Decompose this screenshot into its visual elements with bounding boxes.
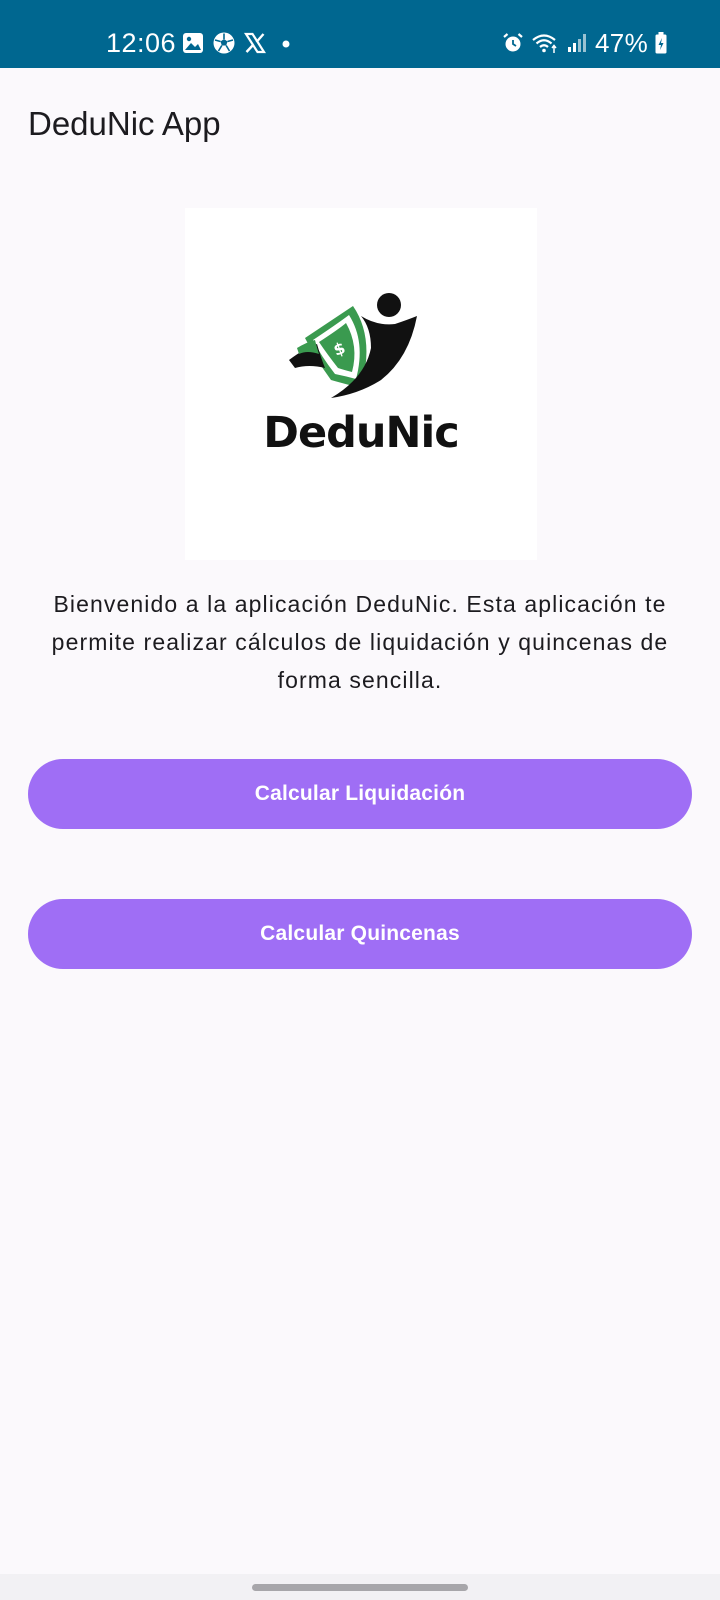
gallery-icon: [181, 31, 205, 55]
notification-icons: [181, 29, 298, 57]
battery-percentage: 47%: [595, 28, 648, 58]
soccer-ball-icon: [212, 31, 236, 55]
signal-icon: [565, 31, 589, 55]
calcular-liquidacion-button[interactable]: Calcular Liquidación: [28, 759, 692, 829]
app-logo: $ DeduNic: [185, 208, 537, 560]
navigation-bar: [0, 1574, 720, 1600]
calcular-quincenas-button[interactable]: Calcular Quincenas: [28, 899, 692, 969]
wifi-icon: [531, 31, 559, 55]
x-logo-icon: [243, 31, 267, 55]
alarm-icon: [501, 31, 525, 55]
money-bill-icon: $: [289, 306, 367, 388]
logo-graphic: $: [289, 293, 417, 398]
welcome-text: Bienvenido a la aplicación DeduNic. Esta…: [51, 591, 669, 693]
status-time: 12:06: [106, 28, 177, 58]
dot-icon: [274, 31, 298, 55]
home-gesture-handle[interactable]: [252, 1584, 468, 1591]
app-title: DeduNic App: [28, 105, 221, 142]
battery-charging-icon: [654, 31, 668, 55]
status-bar: 12:06 47%: [0, 0, 720, 68]
system-icons: 47%: [501, 29, 668, 57]
logo-wordmark: DeduNic: [263, 408, 459, 458]
